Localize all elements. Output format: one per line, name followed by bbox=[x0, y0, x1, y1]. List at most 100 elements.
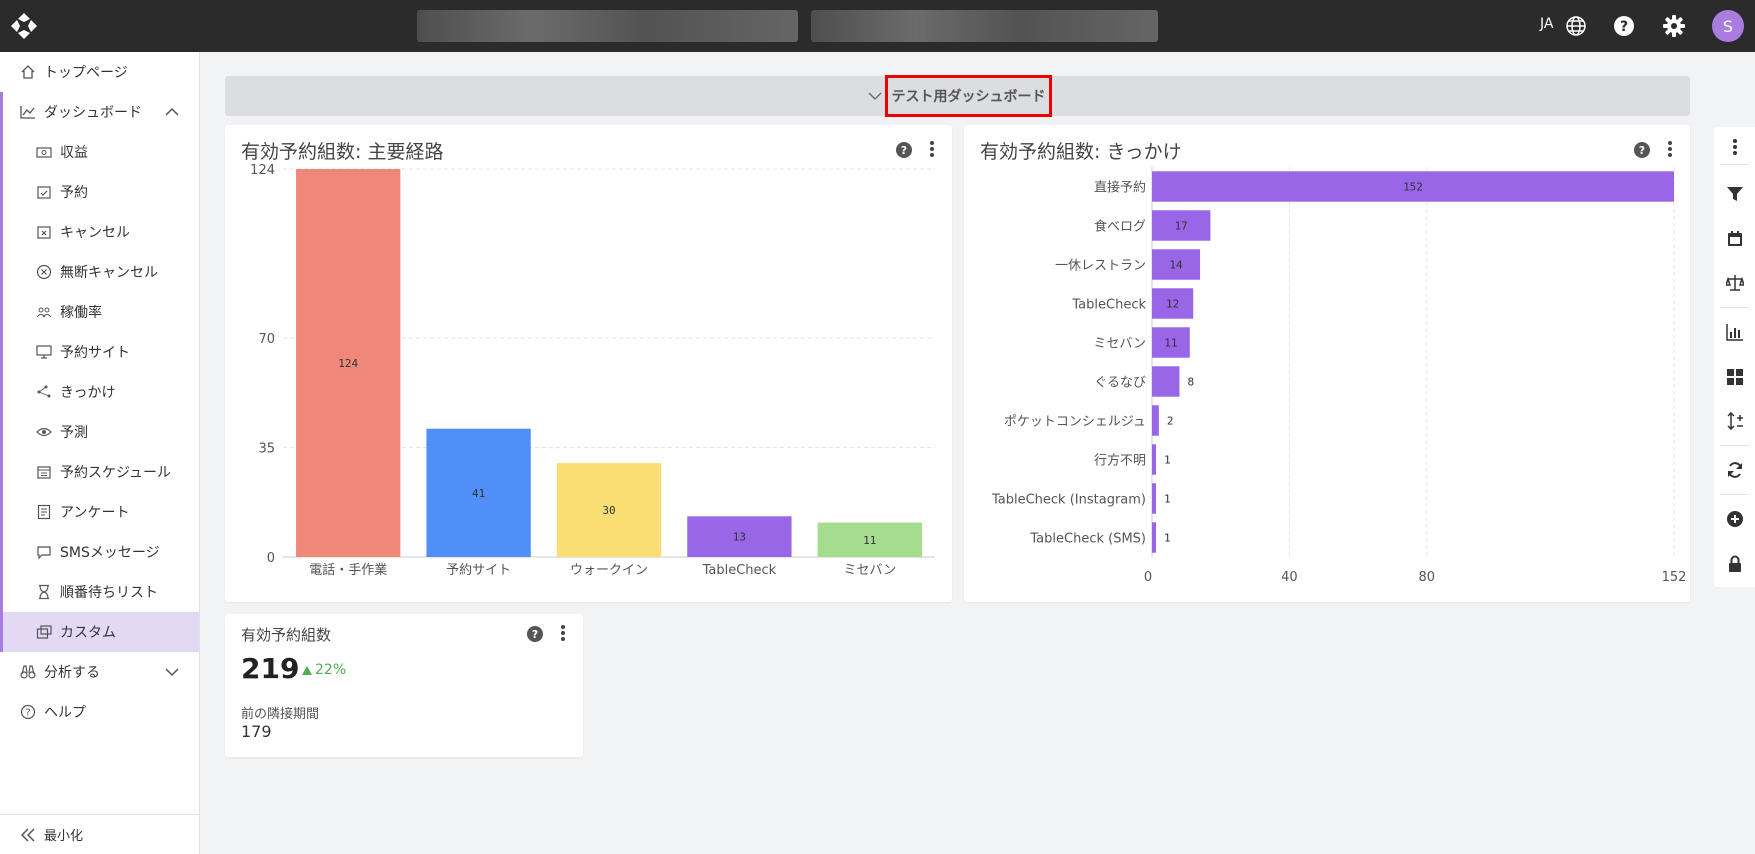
user-avatar[interactable]: S bbox=[1712, 10, 1744, 42]
calendar-check-icon bbox=[37, 186, 51, 199]
calendar-x-icon bbox=[37, 226, 51, 239]
custom-report-icon bbox=[36, 625, 52, 639]
y-tick-label: 35 bbox=[258, 441, 275, 456]
double-chevron-left-icon bbox=[20, 827, 35, 842]
globe-icon[interactable] bbox=[1565, 15, 1587, 37]
x-tick-label: ミセバン bbox=[843, 563, 896, 578]
chevron-up-icon[interactable] bbox=[165, 105, 179, 119]
sidebar-item-waitlist[interactable]: 順番待ちリスト bbox=[0, 572, 199, 612]
sidebar-item-dashboard[interactable]: ダッシュボード bbox=[0, 92, 199, 132]
add-circle-icon[interactable] bbox=[1726, 510, 1744, 528]
y-tick-label: 一休レストラン bbox=[1055, 259, 1146, 274]
sidebar-item-reservations[interactable]: 予約 bbox=[0, 172, 199, 212]
refresh-icon[interactable] bbox=[1726, 461, 1744, 479]
blurred-field-1[interactable] bbox=[417, 10, 798, 42]
sidebar: トップページ ダッシュボード 収益 予約 キャンセル 無断キャンセル 稼働率 予… bbox=[0, 52, 200, 854]
circle-x-icon bbox=[36, 264, 52, 280]
y-tick-label: ぐるなび bbox=[1094, 376, 1146, 391]
y-tick-label: TableCheck (Instagram) bbox=[991, 493, 1146, 508]
sidebar-item-triggers[interactable]: きっかけ bbox=[0, 372, 199, 412]
grid-layout-icon[interactable] bbox=[1726, 368, 1744, 386]
home-icon bbox=[21, 65, 35, 79]
sidebar-item-cancellations[interactable]: キャンセル bbox=[0, 212, 199, 252]
bar-chart-icon[interactable] bbox=[1726, 323, 1744, 341]
calendar-icon[interactable] bbox=[1726, 230, 1744, 248]
sidebar-item-sms[interactable]: SMSメッセージ bbox=[0, 532, 199, 572]
sidebar-item-help[interactable]: ? ヘルプ bbox=[0, 692, 199, 732]
y-tick-label: 124 bbox=[250, 163, 275, 178]
y-tick-label: 70 bbox=[258, 332, 275, 347]
question-circle-icon: ? bbox=[20, 704, 36, 720]
chevron-down-icon[interactable] bbox=[868, 89, 882, 103]
filter-icon[interactable] bbox=[1726, 185, 1744, 203]
bar-value-label: 11 bbox=[1164, 337, 1177, 350]
sidebar-item-label: 分析する bbox=[44, 665, 100, 681]
y-tick-label: 直接予約 bbox=[1094, 180, 1146, 196]
sidebar-item-custom[interactable]: カスタム bbox=[0, 612, 199, 652]
x-tick-label: 予約サイト bbox=[446, 563, 511, 578]
calendar-icon bbox=[37, 466, 51, 479]
sidebar-item-no-shows[interactable]: 無断キャンセル bbox=[0, 252, 199, 292]
scale-balance-icon[interactable] bbox=[1726, 274, 1744, 292]
app-logo-icon[interactable] bbox=[10, 12, 38, 40]
sidebar-item-label: 予約スケジュール bbox=[60, 465, 172, 481]
x-tick-label: 80 bbox=[1418, 570, 1435, 585]
y-tick-label: 食べログ bbox=[1094, 219, 1146, 235]
bar bbox=[1152, 522, 1156, 553]
bar-value-label: 12 bbox=[1166, 298, 1179, 311]
sidebar-item-top-page[interactable]: トップページ bbox=[0, 52, 199, 92]
settings-gear-icon[interactable] bbox=[1662, 14, 1686, 38]
help-icon[interactable]: ? bbox=[1612, 14, 1636, 38]
sidebar-item-label: きっかけ bbox=[60, 385, 116, 401]
divider bbox=[1720, 494, 1749, 495]
chart-line-icon bbox=[20, 106, 35, 119]
monitor-icon bbox=[36, 345, 52, 359]
bar-value-label: 8 bbox=[1187, 376, 1194, 389]
svg-text:?: ? bbox=[1620, 19, 1628, 35]
kpi-prev-label: 前の隣接期間 bbox=[241, 707, 320, 722]
bar bbox=[1152, 444, 1156, 475]
sidebar-item-occupancy[interactable]: 稼働率 bbox=[0, 292, 199, 332]
blurred-field-2[interactable] bbox=[811, 10, 1158, 42]
sidebar-item-forecast[interactable]: 予測 bbox=[0, 412, 199, 452]
sidebar-item-label: カスタム bbox=[60, 625, 116, 641]
channel-bar-chart: 0 35 70 124 124 電話・手作業 41 予約サイト 30 ウォークイン 13 TableC… bbox=[250, 163, 935, 578]
language-code[interactable]: JA bbox=[1540, 16, 1553, 32]
bar-value-label: 1 bbox=[1164, 493, 1171, 506]
sidebar-item-label: 順番待ちリスト bbox=[60, 585, 158, 601]
binoculars-icon bbox=[20, 665, 36, 679]
sidebar-item-schedule[interactable]: 予約スケジュール bbox=[0, 452, 199, 492]
top-bar: JA ? S bbox=[0, 0, 1755, 52]
eye-icon bbox=[36, 427, 52, 437]
chart-card-trigger: 有効予約組数: きっかけ ? 0 40 80 152 152 直接予約 17 食べログ 14 一休… bbox=[964, 125, 1690, 602]
trend-up-icon bbox=[302, 666, 312, 675]
dashboard-title[interactable]: テスト用ダッシュボード bbox=[885, 75, 1052, 117]
kpi-change: 22% bbox=[315, 662, 347, 678]
money-icon bbox=[36, 147, 52, 158]
people-icon bbox=[36, 307, 52, 318]
sidebar-item-label: アンケート bbox=[60, 505, 130, 521]
bar bbox=[1152, 483, 1156, 514]
y-tick-label: 0 bbox=[267, 551, 275, 566]
sidebar-minimize-button[interactable]: 最小化 bbox=[0, 814, 199, 854]
more-vertical-icon[interactable] bbox=[1726, 138, 1744, 156]
y-tick-label: ミセバン bbox=[1093, 337, 1146, 352]
sidebar-item-revenue[interactable]: 収益 bbox=[0, 132, 199, 172]
help-icon[interactable]: ? bbox=[527, 626, 543, 642]
x-tick-label: TableCheck bbox=[702, 563, 777, 578]
divider bbox=[1720, 445, 1749, 446]
sidebar-item-survey[interactable]: アンケート bbox=[0, 492, 199, 532]
lock-icon[interactable] bbox=[1726, 555, 1744, 573]
y-tick-label: ポケットコンシェルジュ bbox=[1004, 415, 1146, 430]
sidebar-item-label: 稼働率 bbox=[60, 305, 102, 321]
sidebar-item-label: 予約 bbox=[60, 185, 88, 201]
network-icon bbox=[37, 385, 51, 398]
sidebar-item-booking-sites[interactable]: 予約サイト bbox=[0, 332, 199, 372]
more-vertical-icon[interactable] bbox=[560, 624, 566, 642]
divider bbox=[1720, 164, 1749, 165]
sidebar-item-analyze[interactable]: 分析する bbox=[0, 652, 199, 692]
sidebar-item-label: トップページ bbox=[44, 65, 128, 81]
x-tick-label: ウォークイン bbox=[570, 563, 648, 578]
chevron-down-icon[interactable] bbox=[165, 665, 179, 679]
height-adjust-icon[interactable] bbox=[1726, 412, 1744, 430]
